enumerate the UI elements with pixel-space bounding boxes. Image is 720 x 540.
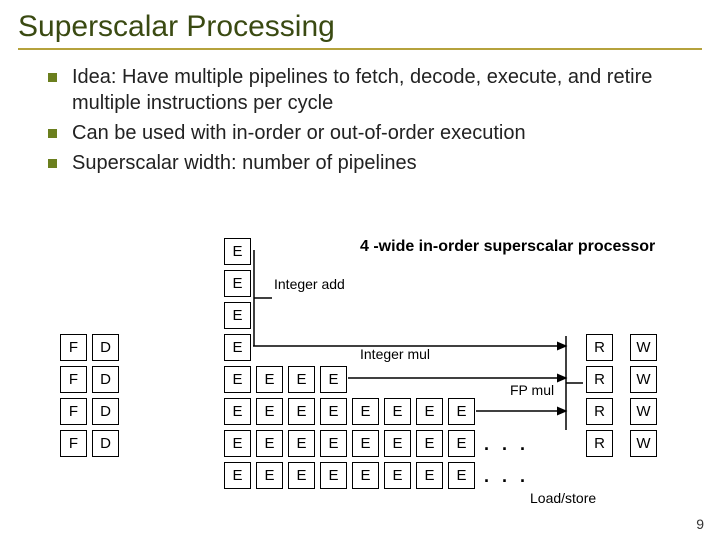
stage-e: E xyxy=(256,462,283,489)
stage-e: E xyxy=(384,430,411,457)
stage-e: E xyxy=(448,462,475,489)
stage-d: D xyxy=(92,366,119,393)
bullet-item: Superscalar width: number of pipelines xyxy=(48,150,702,176)
stage-e: E xyxy=(224,398,251,425)
stage-w: W xyxy=(630,334,657,361)
bullet-text: Superscalar width: number of pipelines xyxy=(72,152,417,174)
stage-e: E xyxy=(288,398,315,425)
stage-e: E xyxy=(256,398,283,425)
stage-e: E xyxy=(224,334,251,361)
stage-r: R xyxy=(586,398,613,425)
bullet-icon xyxy=(48,73,57,82)
ellipsis: . . . xyxy=(484,434,529,455)
stage-e: E xyxy=(256,430,283,457)
stage-e: E xyxy=(416,430,443,457)
stage-e: E xyxy=(384,398,411,425)
bullet-text: Idea: Have multiple pipelines to fetch, … xyxy=(72,66,652,114)
processor-caption: 4 -wide in-order superscalar processor xyxy=(360,238,655,256)
stage-f: F xyxy=(60,334,87,361)
stage-e: E xyxy=(352,398,379,425)
label-fp-mul: FP mul xyxy=(510,382,554,398)
title-underline xyxy=(18,48,702,50)
stage-e: E xyxy=(320,462,347,489)
bullet-text: Can be used with in-order or out-of-orde… xyxy=(72,122,526,144)
stage-f: F xyxy=(60,398,87,425)
stage-w: W xyxy=(630,366,657,393)
stage-r: R xyxy=(586,366,613,393)
stage-e: E xyxy=(288,462,315,489)
bullet-icon xyxy=(48,159,57,168)
stage-e: E xyxy=(224,366,251,393)
stage-d: D xyxy=(92,334,119,361)
stage-e: E xyxy=(448,430,475,457)
stage-r: R xyxy=(586,430,613,457)
ellipsis: . . . xyxy=(484,466,529,487)
stage-w: W xyxy=(630,398,657,425)
bullet-item: Can be used with in-order or out-of-orde… xyxy=(48,120,702,146)
stage-e: E xyxy=(384,462,411,489)
stage-e: E xyxy=(416,398,443,425)
stage-d: D xyxy=(92,398,119,425)
label-load-store: Load/store xyxy=(530,490,596,506)
label-integer-mul: Integer mul xyxy=(360,346,430,362)
stage-e: E xyxy=(288,430,315,457)
bullet-item: Idea: Have multiple pipelines to fetch, … xyxy=(48,64,702,116)
stage-e: E xyxy=(224,430,251,457)
stage-e: E xyxy=(224,302,251,329)
stage-e: E xyxy=(352,430,379,457)
stage-e: E xyxy=(224,238,251,265)
stage-f: F xyxy=(60,430,87,457)
stage-w: W xyxy=(630,430,657,457)
label-integer-add: Integer add xyxy=(274,276,345,292)
stage-e: E xyxy=(320,430,347,457)
stage-e: E xyxy=(224,270,251,297)
stage-e: E xyxy=(416,462,443,489)
stage-e: E xyxy=(320,398,347,425)
stage-e: E xyxy=(448,398,475,425)
stage-e: E xyxy=(288,366,315,393)
bullet-icon xyxy=(48,129,57,138)
stage-e: E xyxy=(352,462,379,489)
stage-f: F xyxy=(60,366,87,393)
stage-e: E xyxy=(320,366,347,393)
stage-r: R xyxy=(586,334,613,361)
pipeline-diagram: 4 -wide in-order superscalar processor E… xyxy=(60,238,700,518)
bullet-list: Idea: Have multiple pipelines to fetch, … xyxy=(18,64,702,176)
stage-e: E xyxy=(256,366,283,393)
stage-e: E xyxy=(224,462,251,489)
stage-d: D xyxy=(92,430,119,457)
slide-title: Superscalar Processing xyxy=(18,10,702,44)
page-number: 9 xyxy=(696,516,704,532)
